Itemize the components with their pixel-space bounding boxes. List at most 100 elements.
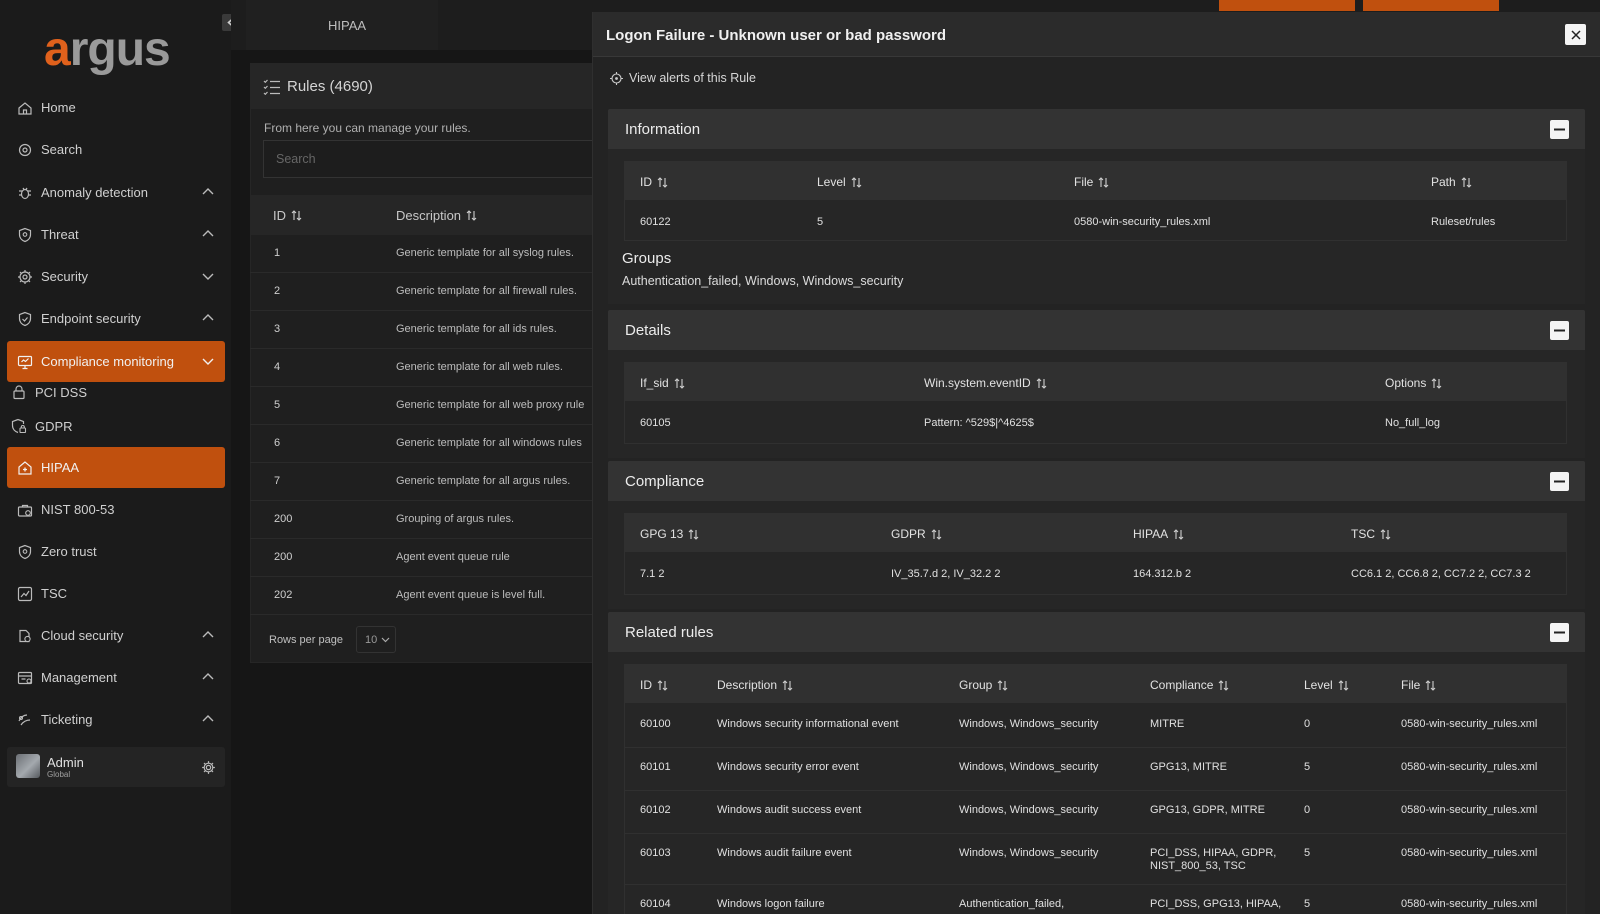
column-header-group[interactable]: Group (959, 678, 1008, 692)
rules-search-input[interactable]: Search (263, 140, 595, 178)
sidebar-item-security[interactable]: Security (7, 256, 225, 297)
column-header-options[interactable]: Options (1385, 376, 1442, 390)
sidebar-item-gdpr[interactable]: GDPR (7, 415, 225, 437)
section-header[interactable]: Related rules (608, 612, 1585, 652)
column-header-tsc[interactable]: TSC (1351, 527, 1391, 541)
column-header-gdpr[interactable]: GDPR (891, 527, 942, 541)
table-row[interactable]: 1 Generic template for all syslog rules. (250, 235, 595, 273)
orange-action-tab[interactable] (1363, 0, 1499, 11)
column-header-level[interactable]: Level (1304, 678, 1349, 692)
table-row[interactable]: 7 Generic template for all argus rules. (250, 463, 595, 501)
sidebar-item-label: Search (41, 142, 83, 157)
column-header-description[interactable]: Description (396, 208, 477, 223)
sidebar-item-zero-trust[interactable]: Zero trust (7, 531, 225, 572)
column-header-id[interactable]: ID (273, 208, 302, 223)
collapse-toggle[interactable] (1550, 472, 1569, 491)
sort-icon[interactable] (657, 679, 668, 691)
column-header-if-sid[interactable]: If_sid (640, 376, 685, 390)
table-row[interactable]: 6 Generic template for all windows rules (250, 425, 595, 463)
sidebar-item-management[interactable]: Management (7, 657, 225, 698)
chevron-up-icon[interactable] (201, 670, 215, 684)
table-row[interactable]: 3 Generic template for all ids rules. (250, 311, 595, 349)
sort-icon[interactable] (931, 528, 942, 540)
close-icon[interactable] (1565, 24, 1586, 45)
table-row[interactable]: 202 Agent event queue is level full. (250, 577, 595, 615)
column-header-id[interactable]: ID (640, 175, 668, 189)
sort-icon[interactable] (1425, 679, 1436, 691)
sidebar-item-endpoint-security[interactable]: Endpoint security (7, 298, 225, 339)
column-header-compliance[interactable]: Compliance (1150, 678, 1229, 692)
column-header-level[interactable]: Level (817, 175, 862, 189)
sidebar-item-search[interactable]: Search (7, 129, 225, 170)
sidebar-item-ticketing[interactable]: Ticketing (7, 699, 225, 740)
column-header-file[interactable]: File (1401, 678, 1436, 692)
shield-icon (17, 227, 33, 243)
gear-icon[interactable] (200, 759, 216, 775)
sidebar-item-compliance-monitoring[interactable]: Compliance monitoring (7, 341, 225, 382)
sort-icon[interactable] (466, 210, 477, 221)
sort-icon[interactable] (851, 176, 862, 188)
sort-icon[interactable] (291, 210, 302, 221)
sidebar-item-cloud-security[interactable]: Cloud security (7, 615, 225, 656)
collapse-toggle[interactable] (1550, 120, 1569, 139)
chevron-up-icon[interactable] (201, 311, 215, 325)
sort-icon[interactable] (657, 176, 668, 188)
argus-logo[interactable]: argus (44, 22, 171, 77)
section-header[interactable]: Details (608, 310, 1585, 350)
sort-icon[interactable] (1338, 679, 1349, 691)
sidebar-item-tsc[interactable]: TSC (7, 573, 225, 614)
sort-icon[interactable] (997, 679, 1008, 691)
column-header-id[interactable]: ID (640, 678, 668, 692)
sort-icon[interactable] (674, 377, 685, 389)
sort-icon[interactable] (1461, 176, 1472, 188)
sidebar-item-threat[interactable]: Threat (7, 214, 225, 255)
user-profile[interactable]: Admin Global (7, 747, 225, 787)
section-header[interactable]: Compliance (608, 461, 1585, 501)
rule-description-cell: Generic template for all argus rules. (396, 475, 571, 487)
orange-action-tab[interactable] (1219, 0, 1355, 11)
table-row[interactable]: 200 Agent event queue rule (250, 539, 595, 577)
collapse-toggle[interactable] (1550, 321, 1569, 340)
sort-icon[interactable] (1036, 377, 1047, 389)
sidebar-item-nist-800-53[interactable]: NIST 800-53 (7, 489, 225, 530)
groups-title: Groups (622, 250, 672, 267)
sort-icon[interactable] (688, 528, 699, 540)
table-row[interactable]: 5 Generic template for all web proxy rule (250, 387, 595, 425)
column-header-file[interactable]: File (1074, 175, 1109, 189)
options-cell: No_full_log (1385, 417, 1441, 429)
sidebar-item-label: GDPR (35, 418, 73, 434)
column-header-win-system-eventid[interactable]: Win.system.eventID (924, 376, 1047, 390)
table-row[interactable]: 4 Generic template for all web rules. (250, 349, 595, 387)
sidebar-item-hipaa[interactable]: HIPAA (7, 447, 225, 488)
sidebar-item-pci-dss[interactable]: PCI DSS (7, 381, 225, 403)
file-cell: 0580-win-security_rules.xml (1401, 847, 1538, 859)
sort-icon[interactable] (782, 679, 793, 691)
chevron-up-icon[interactable] (201, 227, 215, 241)
sort-icon[interactable] (1098, 176, 1109, 188)
lock-icon (11, 384, 27, 400)
chevron-up-icon[interactable] (201, 712, 215, 726)
sidebar-item-label: Endpoint security (41, 311, 141, 326)
collapse-toggle[interactable] (1550, 623, 1569, 642)
chevron-up-icon[interactable] (201, 185, 215, 199)
table-row[interactable]: 2 Generic template for all firewall rules… (250, 273, 595, 311)
sort-icon[interactable] (1173, 528, 1184, 540)
section-header[interactable]: Information (608, 109, 1585, 149)
chevron-down-icon[interactable] (201, 354, 215, 368)
chevron-down-icon[interactable] (201, 269, 215, 283)
view-alerts-link[interactable]: View alerts of this Rule (610, 71, 756, 85)
sort-icon[interactable] (1218, 679, 1229, 691)
sidebar-item-anomaly-detection[interactable]: Anomaly detection (7, 172, 225, 213)
sort-icon[interactable] (1431, 377, 1442, 389)
related-rules-table: ID Description Group Compliance Level File 601… (624, 664, 1567, 914)
column-header-gpg-13[interactable]: GPG 13 (640, 527, 699, 541)
column-header-path[interactable]: Path (1431, 175, 1472, 189)
sidebar-item-home[interactable]: Home (7, 87, 225, 128)
column-header-description[interactable]: Description (717, 678, 793, 692)
chevron-up-icon[interactable] (201, 628, 215, 642)
table-row[interactable]: 200 Grouping of argus rules. (250, 501, 595, 539)
sort-icon[interactable] (1380, 528, 1391, 540)
column-header-hipaa[interactable]: HIPAA (1133, 527, 1184, 541)
rows-per-page-select[interactable]: 10 (356, 626, 396, 653)
rule-id-cell: 202 (274, 589, 293, 601)
